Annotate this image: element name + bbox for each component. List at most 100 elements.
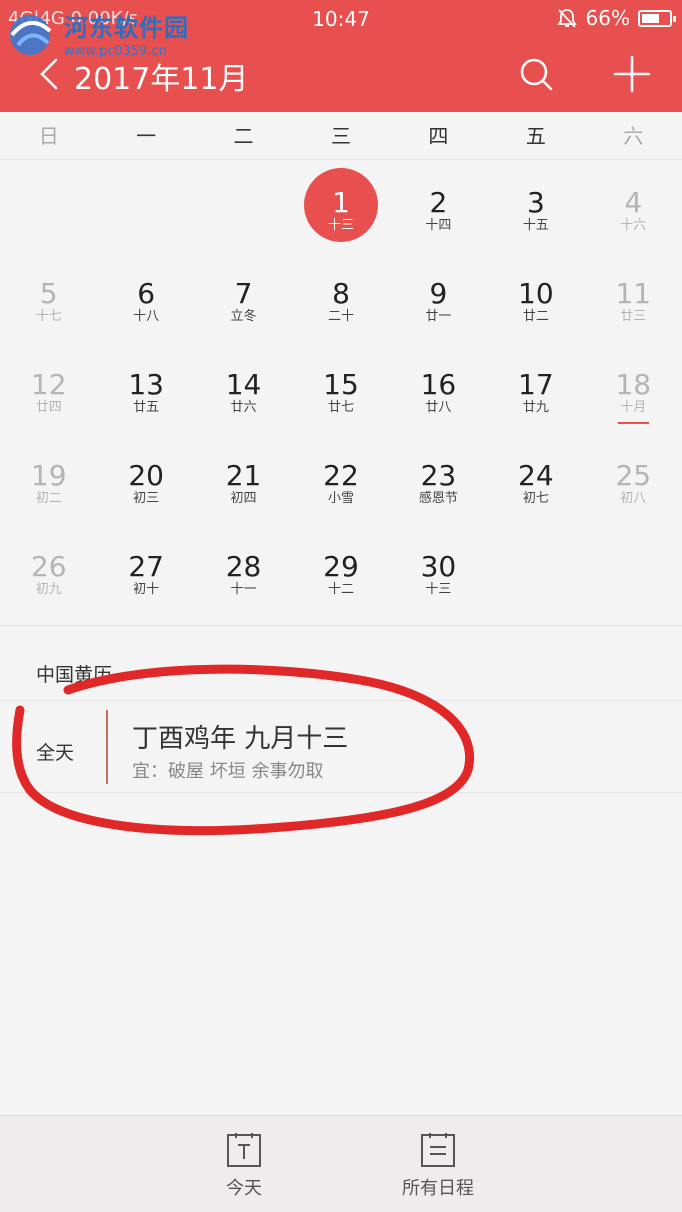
- calendar-day-4[interactable]: 4 十六: [585, 160, 682, 251]
- lunar-date: 十八: [133, 309, 160, 324]
- event-color-bar: [106, 710, 108, 784]
- calendar-day-9[interactable]: 9 廿一: [390, 251, 487, 342]
- calendar-day-22[interactable]: 22 小雪: [292, 433, 389, 524]
- back-icon[interactable]: [34, 56, 68, 92]
- bottom-nav: 今天 所有日程: [0, 1115, 682, 1212]
- day-number: 8: [332, 277, 350, 310]
- lunar-date: 十三: [425, 582, 452, 597]
- calendar-day-2[interactable]: 2 十四: [390, 160, 487, 251]
- almanac-event-detail[interactable]: 宜：破屋 坏垣 余事勿取: [132, 757, 323, 783]
- day-number: 29: [323, 550, 359, 583]
- lunar-date: 初八: [620, 491, 647, 506]
- lunar-date: 初七: [522, 491, 549, 506]
- weekday-label: 一: [136, 124, 157, 148]
- lunar-date: 十月: [620, 400, 647, 415]
- day-number: 25: [615, 459, 652, 492]
- day-number: 1: [332, 186, 350, 219]
- calendar-day-8[interactable]: 8 二十: [292, 251, 389, 342]
- day-number: 18: [615, 368, 652, 401]
- nav-today[interactable]: 今天: [214, 1132, 274, 1200]
- calendar-day-10[interactable]: 10 廿二: [487, 251, 584, 342]
- all-day-label: 全天: [36, 742, 75, 764]
- divider: [0, 700, 682, 701]
- calendar-day-13[interactable]: 13 廿五: [97, 342, 194, 433]
- lunar-date: 廿二: [522, 309, 549, 324]
- day-number: 13: [128, 368, 164, 401]
- calendar-day-5[interactable]: 5 十七: [0, 251, 97, 342]
- calendar-day-1[interactable]: 1 十三: [292, 160, 389, 251]
- day-number: 12: [30, 368, 67, 401]
- weekday-label: 六: [623, 124, 644, 148]
- lunar-date: 十六: [620, 218, 647, 233]
- almanac-section-title: 中国黄历: [36, 664, 113, 686]
- lunar-date: 十四: [425, 218, 452, 233]
- day-number: 30: [420, 550, 457, 583]
- lunar-date: 感恩节: [418, 491, 458, 506]
- add-icon[interactable]: [612, 54, 652, 94]
- calendar-day-26[interactable]: 26 初九: [0, 524, 97, 615]
- calendar-day-7[interactable]: 7 立冬: [195, 251, 292, 342]
- calendar-day-16[interactable]: 16 廿八: [390, 342, 487, 433]
- calendar-day-27[interactable]: 27 初十: [97, 524, 194, 615]
- calendar-day-21[interactable]: 21 初四: [195, 433, 292, 524]
- calendar-day-28[interactable]: 28 十一: [195, 524, 292, 615]
- calendar-day-18[interactable]: 18 十月: [585, 342, 682, 433]
- calendar-day-14[interactable]: 14 廿六: [195, 342, 292, 433]
- day-number: 10: [518, 277, 554, 310]
- calendar-day-25[interactable]: 25 初八: [585, 433, 682, 524]
- nav-all-events-label: 所有日程: [402, 1178, 474, 1199]
- lunar-month-marker: [617, 422, 649, 424]
- day-number: 26: [30, 550, 67, 583]
- calendar-day-15[interactable]: 15 廿七: [292, 342, 389, 433]
- divider: [0, 625, 682, 626]
- calendar-day-17[interactable]: 17 廿九: [487, 342, 584, 433]
- day-number: 11: [615, 277, 652, 310]
- lunar-date: 廿九: [522, 400, 549, 415]
- calendar-day-30[interactable]: 30 十三: [390, 524, 487, 615]
- day-number: 19: [30, 459, 67, 492]
- calendar-day-6[interactable]: 6 十八: [97, 251, 194, 342]
- app-bar: 4G|4G 0.00K/s 10:47 66% 河东软件园 www.pc0359…: [0, 0, 682, 112]
- day-number: 21: [225, 459, 262, 492]
- lunar-date: 小雪: [327, 491, 354, 506]
- watermark-title: 河东软件园: [64, 13, 189, 42]
- lunar-date: 立冬: [230, 309, 257, 324]
- day-number: 27: [128, 550, 164, 583]
- nav-today-label: 今天: [226, 1178, 262, 1199]
- day-number: 16: [420, 368, 457, 401]
- watermark-text: 河东软件园 www.pc0359.cn: [64, 8, 189, 59]
- calendar-day-29[interactable]: 29 十二: [292, 524, 389, 615]
- day-number: 20: [128, 459, 164, 492]
- calendar-day-11[interactable]: 11 廿三: [585, 251, 682, 342]
- day-number: 23: [420, 459, 457, 492]
- battery-percent: 66%: [585, 6, 630, 30]
- search-icon[interactable]: [516, 54, 556, 94]
- calendar-day-24[interactable]: 24 初七: [487, 433, 584, 524]
- lunar-date: 初二: [35, 491, 62, 506]
- lunar-date: 廿八: [425, 400, 452, 415]
- lunar-date: 十七: [35, 309, 62, 324]
- weekday-label: 五: [525, 124, 546, 148]
- lunar-date: 廿四: [35, 400, 62, 415]
- day-number: 24: [518, 459, 554, 492]
- almanac-event-title[interactable]: 丁酉鸡年 九月十三: [132, 718, 348, 755]
- all-events-icon: [421, 1133, 455, 1167]
- lunar-date: 初三: [133, 491, 160, 506]
- day-number: 7: [234, 277, 253, 310]
- lunar-date: 廿五: [133, 400, 160, 415]
- lunar-date: 廿六: [230, 400, 257, 415]
- calendar-day-19[interactable]: 19 初二: [0, 433, 97, 524]
- lunar-date: 十三: [327, 218, 354, 233]
- nav-all-events[interactable]: 所有日程: [388, 1132, 488, 1200]
- month-title[interactable]: 2017年11月: [74, 54, 249, 98]
- weekday-label: 二: [233, 124, 254, 148]
- calendar-day-3[interactable]: 3 十五: [487, 160, 584, 251]
- lunar-date: 廿七: [327, 400, 354, 415]
- calendar-day-20[interactable]: 20 初三: [97, 433, 194, 524]
- calendar-day-12[interactable]: 12 廿四: [0, 342, 97, 433]
- status-right: 66%: [556, 6, 676, 30]
- calendar-day-23[interactable]: 23 感恩节: [390, 433, 487, 524]
- day-number: 2: [429, 186, 448, 219]
- lunar-date: 十五: [522, 218, 549, 233]
- lunar-date: 廿三: [620, 309, 647, 324]
